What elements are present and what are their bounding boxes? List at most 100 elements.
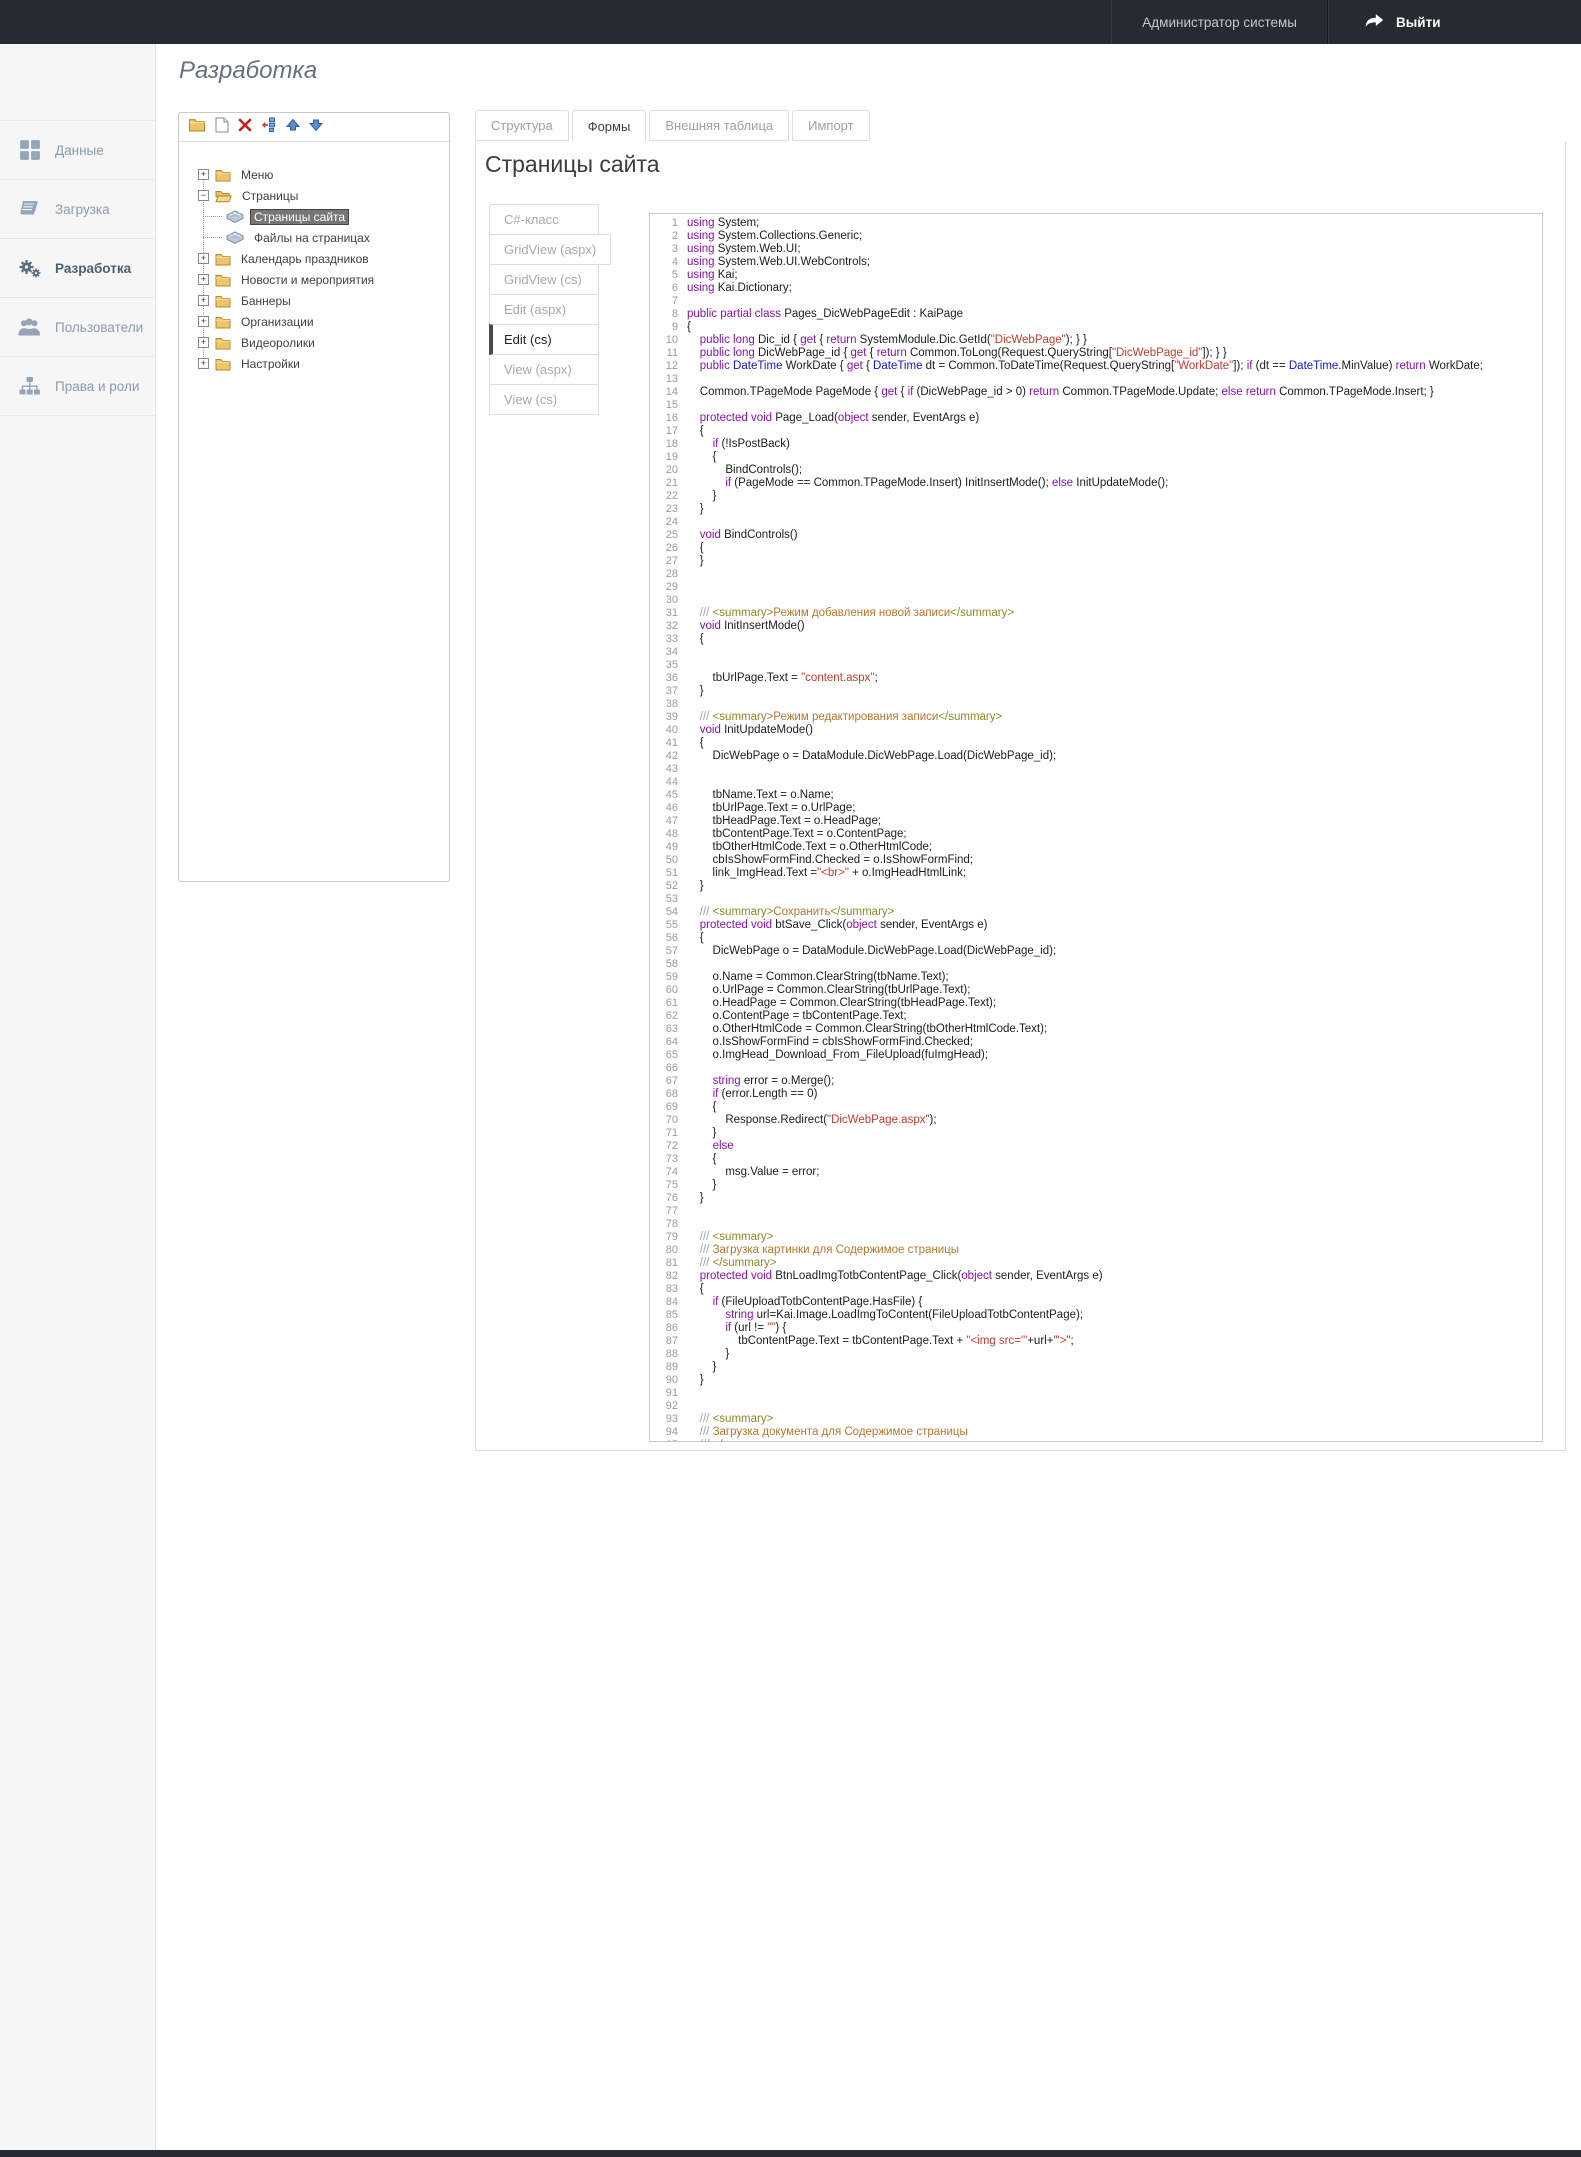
code-text: public partial class Pages_DicWebPageEdi… — [687, 308, 963, 321]
move-icon — [261, 117, 277, 138]
line-number: 73 — [650, 1153, 687, 1166]
code-line: 89 } — [650, 1361, 1542, 1374]
expand-plus-icon[interactable]: + — [198, 169, 209, 180]
tree-item-страницы[interactable]: −Страницы — [179, 185, 449, 206]
tree-item-label: Видеоролики — [237, 335, 319, 351]
code-line: 53 — [650, 893, 1542, 906]
tree-item-новости-и-мероприятия[interactable]: +Новости и мероприятия — [179, 269, 449, 290]
file-tab-view-aspx[interactable]: View (aspx) — [489, 354, 599, 385]
tree-item-label: Файлы на страницах — [250, 230, 374, 246]
code-line: 15 — [650, 399, 1542, 412]
tree-item-страницы-сайта[interactable]: Страницы сайта — [179, 206, 449, 227]
file-tab-edit-cs[interactable]: Edit (cs) — [489, 324, 599, 355]
line-number: 3 — [650, 243, 687, 256]
code-line: 93 /// <summary> — [650, 1413, 1542, 1426]
code-line: 11 public long DicWebPage_id { get { ret… — [650, 347, 1542, 360]
line-number: 7 — [650, 295, 687, 308]
logout-button[interactable]: Выйти — [1328, 0, 1581, 44]
delete-icon — [238, 118, 252, 137]
tree-item-настройки[interactable]: + Настройки — [179, 353, 449, 374]
code-line: 35 — [650, 659, 1542, 672]
line-number: 90 — [650, 1374, 687, 1387]
tree-item-label: Организации — [237, 314, 318, 330]
line-number: 84 — [650, 1296, 687, 1309]
delete-button[interactable] — [238, 118, 252, 137]
line-number: 64 — [650, 1036, 687, 1049]
expand-plus-icon[interactable]: + — [198, 316, 209, 327]
code-line: 3using System.Web.UI; — [650, 243, 1542, 256]
line-number: 39 — [650, 711, 687, 724]
sidebar-item-загрузка[interactable]: Загрузка — [0, 180, 155, 239]
code-text: { — [687, 737, 704, 750]
code-line: 63 o.OtherHtmlCode = Common.ClearString(… — [650, 1023, 1542, 1036]
expand-plus-icon[interactable]: + — [198, 295, 209, 306]
code-line: 43 — [650, 763, 1542, 776]
code-text: tbName.Text = o.Name; — [687, 789, 834, 802]
line-number: 40 — [650, 724, 687, 737]
tab-импорт[interactable]: Импорт — [792, 110, 869, 141]
line-number: 13 — [650, 373, 687, 386]
table-icon — [226, 210, 244, 224]
code-text: } — [687, 1374, 704, 1387]
file-tab-gridview-aspx[interactable]: GridView (aspx) — [489, 234, 611, 265]
code-line: 24 — [650, 516, 1542, 529]
move-button[interactable] — [261, 117, 277, 138]
line-number: 24 — [650, 516, 687, 529]
sidebar-item-права-и-роли[interactable]: Права и роли — [0, 357, 155, 416]
code-text: else — [687, 1140, 734, 1153]
logout-icon — [1363, 12, 1385, 32]
file-tab-edit-aspx[interactable]: Edit (aspx) — [489, 294, 599, 325]
expand-plus-icon[interactable]: + — [198, 274, 209, 285]
up-button[interactable] — [286, 118, 300, 137]
tree-item-меню[interactable]: +Меню — [179, 164, 449, 185]
file-tab-gridview-cs[interactable]: GridView (cs) — [489, 264, 599, 295]
code-text: } — [687, 503, 704, 516]
sidebar-nav: Данные ЗагрузкаРазработкаПользователиПрав… — [0, 120, 155, 416]
sidebar-item-пользователи[interactable]: Пользователи — [0, 298, 155, 357]
code-line: 9{ — [650, 321, 1542, 334]
file-tab-c#-класс[interactable]: C#-класс — [489, 204, 599, 235]
tab-структура[interactable]: Структура — [475, 110, 569, 141]
code-line: 64 o.IsShowFormFind = cbIsShowFormFind.C… — [650, 1036, 1542, 1049]
expand-plus-icon[interactable]: + — [198, 337, 209, 348]
line-number: 87 — [650, 1335, 687, 1348]
line-number: 69 — [650, 1101, 687, 1114]
code-line: 84 if (FileUploadTotbContentPage.HasFile… — [650, 1296, 1542, 1309]
code-text: o.ContentPage = tbContentPage.Text; — [687, 1010, 907, 1023]
code-line: 8public partial class Pages_DicWebPageEd… — [650, 308, 1542, 321]
tab-внешняя-таблица[interactable]: Внешняя таблица — [649, 110, 789, 141]
tree-item-календарь-праздников[interactable]: +Календарь праздников — [179, 248, 449, 269]
line-number: 57 — [650, 945, 687, 958]
tree-item-организации[interactable]: + Организации — [179, 311, 449, 332]
code-line: 70 Response.Redirect("DicWebPage.aspx"); — [650, 1114, 1542, 1127]
expand-plus-icon[interactable]: + — [198, 253, 209, 264]
collapse-minus-icon[interactable]: − — [198, 190, 209, 201]
line-number: 53 — [650, 893, 687, 906]
sidebar-item-label: Данные — [55, 143, 104, 158]
code-text: tbContentPage.Text = o.ContentPage; — [687, 828, 907, 841]
code-text: } — [687, 880, 704, 893]
folder-button[interactable] — [188, 117, 206, 137]
tree-item-файлы-на-страницах[interactable]: Файлы на страницах — [179, 227, 449, 248]
code-line: 55 protected void btSave_Click(object se… — [650, 919, 1542, 932]
line-number: 85 — [650, 1309, 687, 1322]
down-button[interactable] — [309, 118, 323, 137]
file-tab-view-cs[interactable]: View (cs) — [489, 384, 599, 415]
sidebar-item-данные[interactable]: Данные — [0, 121, 155, 180]
tab-формы[interactable]: Формы — [572, 110, 647, 142]
line-number: 2 — [650, 230, 687, 243]
sidebar-item-разработка[interactable]: Разработка — [0, 239, 155, 298]
code-text: { — [687, 542, 704, 555]
code-line: 67 string error = o.Merge(); — [650, 1075, 1542, 1088]
code-text: if (url != "") { — [687, 1322, 786, 1335]
code-line: 92 — [650, 1400, 1542, 1413]
tree-item-баннеры[interactable]: +Баннеры — [179, 290, 449, 311]
expand-plus-icon[interactable]: + — [198, 358, 209, 369]
tree-item-видеоролики[interactable]: + Видеоролики — [179, 332, 449, 353]
new-file-button[interactable] — [215, 117, 229, 138]
code-editor[interactable]: 1using System;2using System.Collections.… — [649, 213, 1543, 1442]
tree-item-label: Настройки — [237, 356, 304, 372]
line-number: 51 — [650, 867, 687, 880]
code-line: 87 tbContentPage.Text = tbContentPage.Te… — [650, 1335, 1542, 1348]
code-line: 18 if (!IsPostBack) — [650, 438, 1542, 451]
